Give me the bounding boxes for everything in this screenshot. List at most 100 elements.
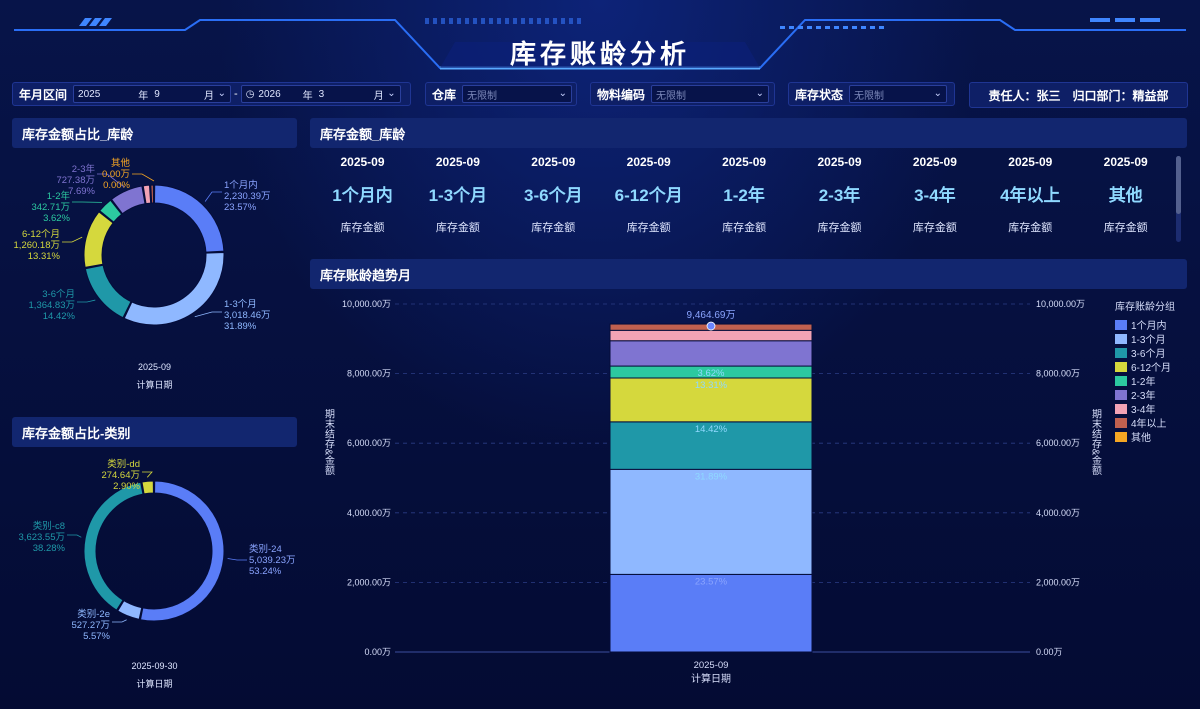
y-tick-label-left: 2,000.00万 xyxy=(347,577,391,587)
bar-segment-label: 13.31% xyxy=(695,380,728,391)
legend-item-label[interactable]: 2-3年 xyxy=(1131,389,1155,402)
age-donut-slice-label: 其他 xyxy=(111,157,131,169)
chevron-down-icon: ⌄ xyxy=(558,88,568,99)
age-donut-slice[interactable] xyxy=(154,184,225,253)
material-select[interactable]: 无限制 ⌄ xyxy=(651,85,770,103)
age-donut-slice-label: 0.00万 xyxy=(102,169,130,180)
y-axis-label-left: 期末结存&金额 xyxy=(323,408,335,476)
legend-swatch[interactable] xyxy=(1115,418,1127,428)
age-column-period: 2025-09 xyxy=(722,155,767,169)
category-donut-slice[interactable] xyxy=(141,480,154,495)
legend-swatch[interactable] xyxy=(1115,334,1127,344)
status-placeholder: 无限制 xyxy=(854,90,885,102)
category-donut-slice[interactable] xyxy=(139,480,225,622)
y-tick-label-left: 0.00万 xyxy=(364,647,391,657)
y-axis-label-right: 期末结存&金额 xyxy=(1090,408,1102,476)
age-donut-slice[interactable] xyxy=(150,184,154,204)
bar-segment[interactable] xyxy=(609,329,813,342)
end-year-value: 2026 xyxy=(258,88,281,100)
category-donut-slice[interactable] xyxy=(83,481,144,611)
age-column-name: 1-2年 xyxy=(723,186,765,205)
trend-header: 库存账龄趋势月 xyxy=(310,259,1187,289)
age-donut-leader-line xyxy=(77,299,96,303)
material-label: 物料编码 xyxy=(597,87,646,102)
age-column-name: 其他 xyxy=(1108,186,1143,205)
x-tick-label: 2025-09 xyxy=(694,660,729,671)
header-left-stripes xyxy=(425,18,581,24)
clock-icon: ◷ xyxy=(245,88,255,100)
y-tick-label-right: 8,000.00万 xyxy=(1036,369,1080,379)
legend-item-label[interactable]: 6-12个月 xyxy=(1131,362,1171,374)
age-column: 2025-09 1-2年 库存金额 xyxy=(697,155,792,235)
age-donut-slice-label: 727.38万 xyxy=(56,175,95,186)
age-donut-date: 2025-09 xyxy=(137,362,172,372)
bar-segment-label: 14.42% xyxy=(695,424,728,435)
legend-swatch[interactable] xyxy=(1115,404,1127,414)
age-donut-slice-label: 2,230.39万 xyxy=(224,191,270,202)
legend-title: 库存账龄分组 xyxy=(1115,300,1175,313)
age-donut-slice-label: 1,260.18万 xyxy=(14,240,60,251)
y-tick-label-right: 0.00万 xyxy=(1036,647,1063,657)
legend-item-label[interactable]: 其他 xyxy=(1131,431,1151,444)
age-column: 2025-09 6-12个月 库存金额 xyxy=(601,155,696,235)
legend-swatch[interactable] xyxy=(1115,432,1127,442)
legend-item-label[interactable]: 3-4年 xyxy=(1131,403,1155,416)
age-column-period: 2025-09 xyxy=(435,155,480,169)
warehouse-label: 仓库 xyxy=(432,87,457,102)
legend-item-label[interactable]: 1-2年 xyxy=(1131,375,1155,388)
age-column-period: 2025-09 xyxy=(912,155,957,169)
start-year-unit: 年 xyxy=(138,90,149,102)
legend-swatch[interactable] xyxy=(1115,390,1127,400)
y-tick-label-left: 8,000.00万 xyxy=(347,369,391,379)
y-tick-label-right: 2,000.00万 xyxy=(1036,577,1080,587)
category-donut-slice-label: 527.27万 xyxy=(71,620,110,631)
age-donut-slice-label: 1-3个月 xyxy=(224,299,257,310)
age-column-name: 3-4年 xyxy=(914,186,956,205)
age-donut-slice[interactable] xyxy=(123,252,225,326)
age-donut-caption: 计算日期 xyxy=(136,380,173,390)
start-month-unit: 月 xyxy=(204,90,215,102)
age-donut-slice-label: 3-6个月 xyxy=(42,289,75,300)
bar-segment-label: 23.57% xyxy=(695,576,728,587)
end-year-unit: 年 xyxy=(302,90,313,102)
age-donut-slice[interactable] xyxy=(84,264,132,319)
category-donut-leader-line xyxy=(227,558,247,561)
status-filter: 库存状态 无限制 ⌄ xyxy=(788,82,955,106)
start-month-select[interactable]: 2025 年 9 月 ⌄ xyxy=(73,85,232,103)
legend-swatch[interactable] xyxy=(1115,376,1127,386)
header: 库存账龄分析 xyxy=(0,0,1200,72)
category-donut-slice-label: 2.90% xyxy=(113,481,140,492)
period-label: 年月区间 xyxy=(19,87,68,102)
age-column-metric: 库存金额 xyxy=(340,222,385,234)
category-donut-slice-label: 类别-dd xyxy=(107,458,140,470)
category-donut-title: 库存金额占比-类别 xyxy=(22,425,131,441)
legend-swatch[interactable] xyxy=(1115,320,1127,330)
age-donut-leader-line xyxy=(204,191,222,202)
y-tick-label-right: 6,000.00万 xyxy=(1036,438,1080,448)
legend-swatch[interactable] xyxy=(1115,348,1127,358)
responsible-person: 责任人：张三 xyxy=(988,88,1061,103)
bar-segment[interactable] xyxy=(609,340,813,367)
age-table-scroll-thumb[interactable] xyxy=(1176,156,1181,214)
legend-swatch[interactable] xyxy=(1115,362,1127,372)
material-placeholder: 无限制 xyxy=(656,90,687,102)
bar-segment[interactable] xyxy=(609,468,813,575)
age-column-name: 1个月内 xyxy=(332,186,393,205)
chevron-down-icon: ⌄ xyxy=(387,88,396,99)
category-donut-slice-label: 5.57% xyxy=(83,631,110,642)
responsibility-box: 责任人：张三 归口部门：精益部 xyxy=(969,82,1188,108)
legend-item-label[interactable]: 3-6个月 xyxy=(1131,348,1165,360)
legend-item-label[interactable]: 4年以上 xyxy=(1131,417,1167,430)
age-column: 2025-09 3-6个月 库存金额 xyxy=(506,155,601,235)
legend-item-label[interactable]: 1-3个月 xyxy=(1131,334,1165,346)
end-month-select[interactable]: ◷ 2026 年 3 月 ⌄ xyxy=(240,85,401,103)
warehouse-select[interactable]: 无限制 ⌄ xyxy=(462,85,573,103)
status-select[interactable]: 无限制 ⌄ xyxy=(849,85,948,103)
age-table-title: 库存金额_库龄 xyxy=(320,126,406,142)
age-donut-slice-label: 14.42% xyxy=(43,311,76,322)
category-donut-slice-label: 274.64万 xyxy=(101,470,140,481)
status-label: 库存状态 xyxy=(795,87,844,102)
age-donut-slice[interactable] xyxy=(83,211,114,268)
legend-item-label[interactable]: 1个月内 xyxy=(1131,319,1167,332)
chevron-down-icon: ⌄ xyxy=(217,88,227,99)
